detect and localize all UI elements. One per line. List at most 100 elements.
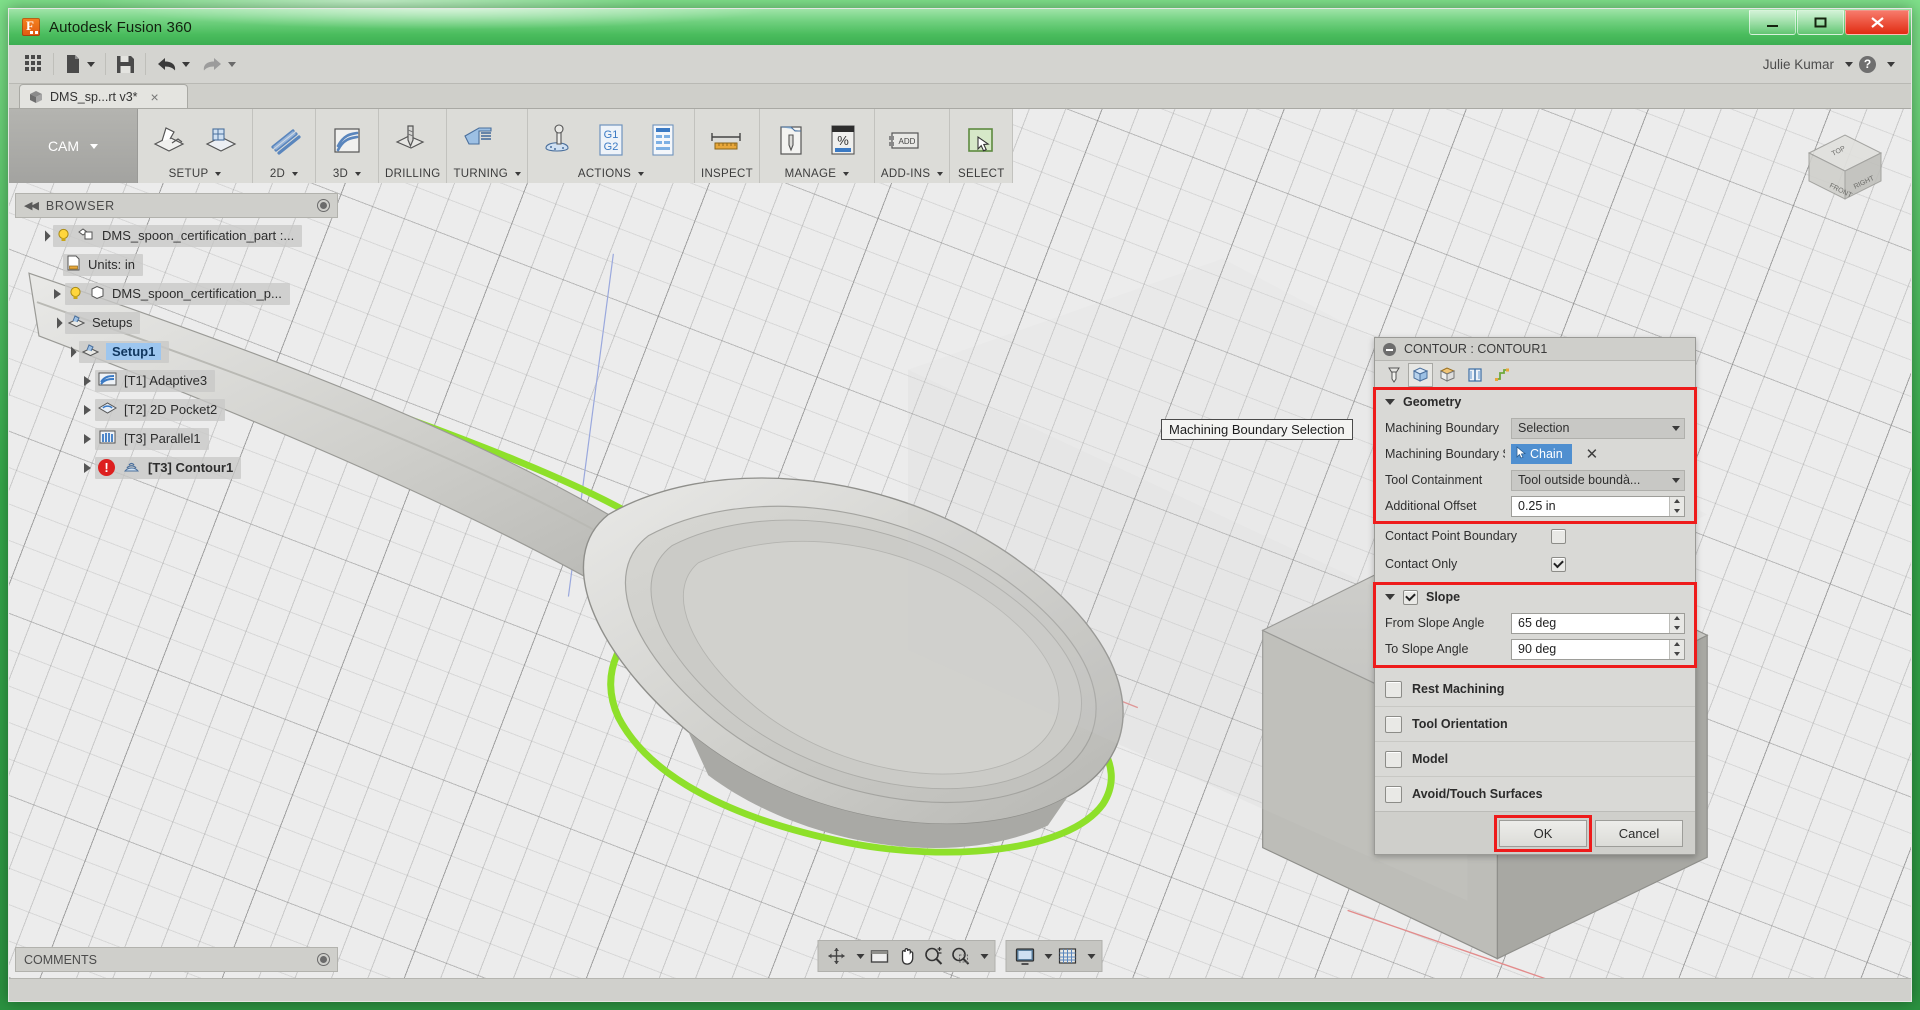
pan-hand-icon[interactable] bbox=[895, 944, 919, 968]
clear-selection-icon[interactable]: ✕ bbox=[1586, 447, 1599, 462]
from-slope-angle-stepper[interactable] bbox=[1669, 613, 1684, 633]
undo-icon[interactable] bbox=[150, 49, 196, 79]
chevron-down-icon[interactable] bbox=[856, 953, 865, 959]
help-icon[interactable]: ? bbox=[1859, 55, 1876, 73]
3d-toolpath-icon[interactable] bbox=[322, 117, 372, 163]
app-grid-icon[interactable] bbox=[19, 49, 49, 79]
model-row[interactable]: Model bbox=[1375, 741, 1695, 776]
contour-dialog[interactable]: CONTOUR : CONTOUR1 Geometry Machining Bo… bbox=[1373, 337, 1697, 855]
tree-row[interactable]: DMS_spoon_certification_p... bbox=[19, 279, 339, 308]
turning-icon[interactable] bbox=[453, 117, 503, 163]
tree-row[interactable]: ! [T3] Contour1 bbox=[19, 453, 339, 482]
linking-tab[interactable] bbox=[1489, 363, 1514, 387]
contour-icon bbox=[122, 458, 141, 477]
contact-only-checkbox[interactable] bbox=[1551, 556, 1566, 572]
tool-containment-select[interactable]: Tool outside boundà... bbox=[1511, 469, 1685, 491]
close-icon[interactable] bbox=[1845, 10, 1909, 35]
avoid-touch-surfaces-checkbox[interactable] bbox=[1385, 785, 1402, 803]
to-slope-angle-input[interactable]: 90 deg bbox=[1511, 638, 1685, 660]
workspace-label: CAM bbox=[47, 138, 80, 154]
machining-boundary-select[interactable]: Selection bbox=[1511, 417, 1685, 439]
post-process-g1g2-icon[interactable]: G1 G2 bbox=[586, 117, 636, 163]
add-ins-icon[interactable]: ADD bbox=[881, 117, 931, 163]
tree-row[interactable]: Setups bbox=[19, 308, 339, 337]
maximize-icon[interactable] bbox=[1797, 10, 1844, 35]
drilling-icon[interactable] bbox=[385, 117, 435, 163]
display-settings-icon[interactable] bbox=[1013, 944, 1037, 968]
slope-section-header[interactable]: Slope bbox=[1375, 584, 1695, 610]
expand-arrow-icon[interactable] bbox=[49, 288, 65, 299]
browser-options-icon[interactable] bbox=[318, 200, 329, 211]
passes-tab[interactable] bbox=[1462, 363, 1487, 387]
2d-toolpath-icon[interactable] bbox=[259, 117, 309, 163]
comments-bar[interactable]: COMMENTS bbox=[15, 947, 338, 972]
expand-arrow-icon[interactable] bbox=[79, 462, 95, 473]
window-controls bbox=[1748, 9, 1911, 45]
workspace-switcher[interactable]: CAM bbox=[9, 109, 138, 183]
lightbulb-icon[interactable] bbox=[68, 286, 83, 301]
expand-arrow-icon[interactable] bbox=[79, 433, 95, 444]
tree-row[interactable]: [T1] Adaptive3 bbox=[19, 366, 339, 395]
heights-tab[interactable] bbox=[1435, 363, 1460, 387]
redo-icon[interactable] bbox=[196, 49, 242, 79]
tool-tab[interactable] bbox=[1381, 363, 1406, 387]
setup-folder-icon[interactable] bbox=[196, 117, 246, 163]
expand-arrow-icon[interactable] bbox=[79, 375, 95, 386]
tree-row[interactable]: Setup1 bbox=[19, 337, 339, 366]
rest-machining-checkbox[interactable] bbox=[1385, 680, 1402, 698]
orbit-icon[interactable] bbox=[825, 944, 849, 968]
geometry-section-header[interactable]: Geometry bbox=[1375, 389, 1695, 415]
geometry-tab[interactable] bbox=[1408, 362, 1433, 387]
expand-arrow-icon[interactable] bbox=[63, 345, 79, 358]
model-checkbox[interactable] bbox=[1385, 750, 1402, 768]
zoom-window-icon[interactable] bbox=[949, 944, 973, 968]
additional-offset-input[interactable]: 0.25 in bbox=[1511, 495, 1685, 517]
tool-orientation-row[interactable]: Tool Orientation bbox=[1375, 706, 1695, 741]
minus-circle-icon[interactable] bbox=[1383, 342, 1396, 356]
to-slope-angle-stepper[interactable] bbox=[1669, 639, 1684, 659]
from-slope-angle-input[interactable]: 65 deg bbox=[1511, 612, 1685, 634]
user-name[interactable]: Julie Kumar bbox=[1763, 57, 1834, 72]
tree-row[interactable]: Units: in bbox=[19, 250, 339, 279]
collapse-arrows-icon[interactable]: ◀◀ bbox=[24, 199, 39, 212]
expand-arrow-icon[interactable] bbox=[79, 404, 95, 415]
machining-time-percent-icon[interactable]: % bbox=[818, 117, 868, 163]
tree-row[interactable]: [T2] 2D Pocket2 bbox=[19, 395, 339, 424]
view-cube[interactable]: FRONT RIGHT TOP bbox=[1799, 123, 1891, 209]
ok-button[interactable]: OK bbox=[1499, 819, 1587, 847]
tool-orientation-checkbox[interactable] bbox=[1385, 715, 1402, 733]
tree-row[interactable]: DMS_spoon_certification_part :... bbox=[19, 221, 339, 250]
design-canvas[interactable]: CAM SETUP 2D 3D DRILLING TURNING G1 G2 A… bbox=[9, 109, 1911, 978]
cancel-button[interactable]: Cancel bbox=[1595, 819, 1683, 847]
minimize-icon[interactable] bbox=[1749, 10, 1796, 35]
setup-icon[interactable] bbox=[144, 117, 194, 163]
document-tab[interactable]: DMS_sp...rt v3* × bbox=[19, 84, 188, 108]
chevron-down-icon[interactable] bbox=[980, 953, 989, 959]
tool-library-icon[interactable] bbox=[766, 117, 816, 163]
save-icon[interactable] bbox=[110, 49, 141, 79]
measure-ruler-icon[interactable] bbox=[701, 117, 751, 163]
chevron-down-icon[interactable] bbox=[1044, 953, 1053, 959]
rest-machining-row[interactable]: Rest Machining bbox=[1375, 672, 1695, 706]
zoom-icon[interactable] bbox=[922, 944, 946, 968]
select-icon[interactable] bbox=[956, 117, 1006, 163]
close-icon[interactable]: × bbox=[151, 90, 159, 104]
document-tab-label: DMS_sp...rt v3* bbox=[50, 89, 138, 104]
expand-arrow-icon[interactable] bbox=[49, 316, 65, 329]
expand-arrow-icon[interactable] bbox=[37, 229, 53, 242]
viewports-icon[interactable] bbox=[868, 944, 892, 968]
additional-offset-stepper[interactable] bbox=[1669, 496, 1684, 516]
tree-row[interactable]: [T3] Parallel1 bbox=[19, 424, 339, 453]
slope-enable-checkbox[interactable] bbox=[1403, 589, 1418, 605]
comments-options-icon[interactable] bbox=[318, 954, 329, 965]
new-document-icon[interactable] bbox=[58, 49, 101, 79]
simulate-icon[interactable] bbox=[534, 117, 584, 163]
avoid-touch-surfaces-row[interactable]: Avoid/Touch Surfaces bbox=[1375, 776, 1695, 811]
window-title: Autodesk Fusion 360 bbox=[49, 18, 192, 36]
grid-snaps-icon[interactable] bbox=[1056, 944, 1080, 968]
chain-select-button[interactable]: Chain bbox=[1511, 444, 1572, 464]
lightbulb-icon[interactable] bbox=[56, 228, 71, 243]
chevron-down-icon[interactable] bbox=[1087, 953, 1096, 959]
contact-point-boundary-checkbox[interactable] bbox=[1551, 528, 1566, 544]
setup-sheet-icon[interactable] bbox=[638, 117, 688, 163]
